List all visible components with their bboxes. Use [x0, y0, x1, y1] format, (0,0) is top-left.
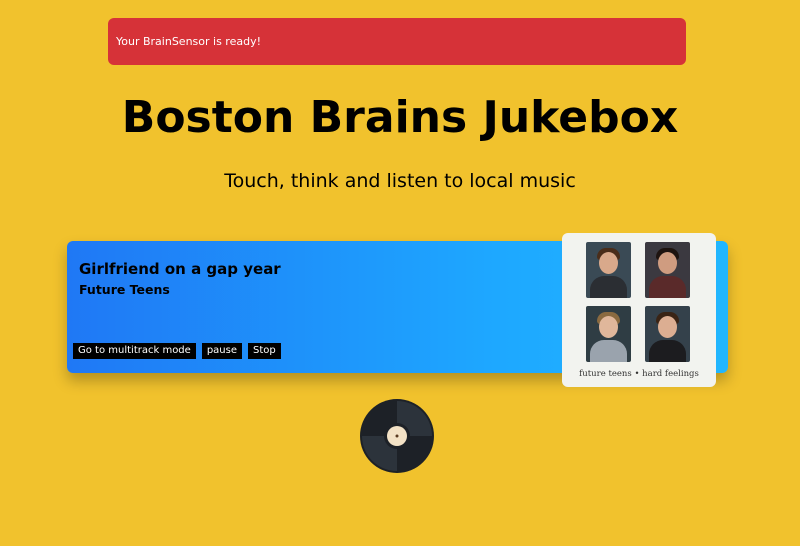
album-photo [645, 306, 690, 362]
pause-button[interactable]: pause [201, 343, 242, 359]
alert-message: Your BrainSensor is ready! [116, 35, 261, 48]
multitrack-mode-button[interactable]: Go to multitrack mode [73, 343, 196, 359]
player-controls: Go to multitrack mode pause Stop [73, 343, 281, 359]
artist-name: Future Teens [79, 282, 170, 297]
album-photo [586, 306, 631, 362]
brainsensor-alert: Your BrainSensor is ready! [108, 18, 686, 65]
album-photo [586, 242, 631, 298]
page-title: Boston Brains Jukebox [121, 92, 679, 143]
album-cover: future teens • hard feelings [562, 233, 716, 387]
stop-button[interactable]: Stop [248, 343, 281, 359]
song-title: Girlfriend on a gap year [79, 260, 281, 278]
vinyl-record-icon[interactable] [360, 399, 434, 473]
album-caption: future teens • hard feelings [579, 369, 699, 379]
page-subtitle: Touch, think and listen to local music [224, 170, 576, 192]
album-photo [645, 242, 690, 298]
